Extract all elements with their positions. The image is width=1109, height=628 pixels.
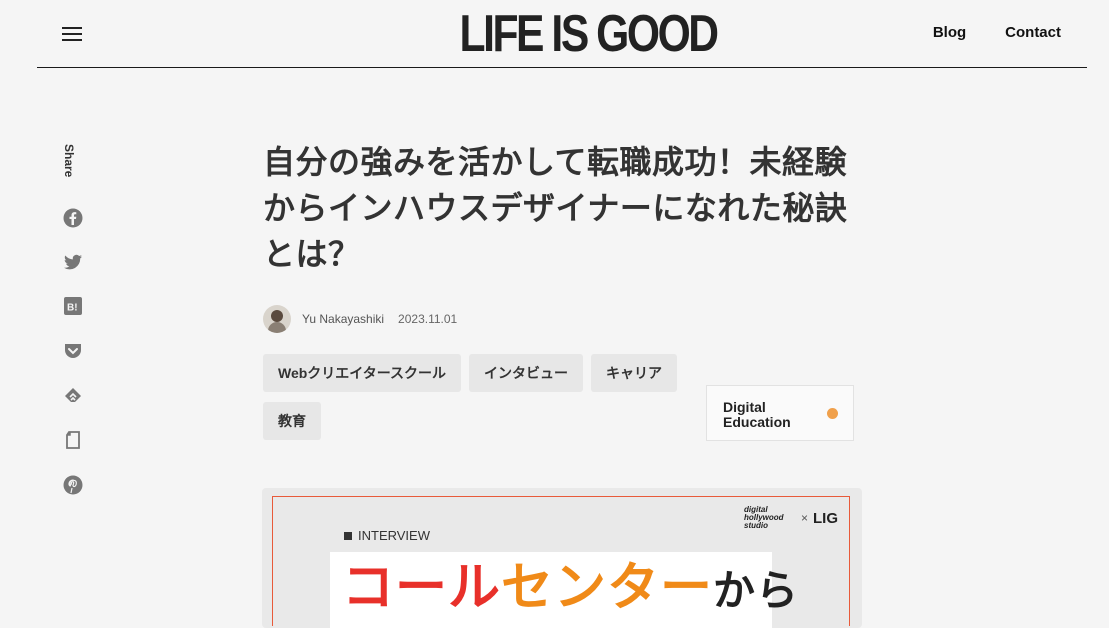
nav-blog-link[interactable]: Blog bbox=[933, 24, 966, 41]
feedly-icon[interactable] bbox=[63, 386, 83, 406]
hatena-bookmark-icon[interactable]: B! bbox=[63, 296, 83, 316]
site-logo[interactable]: LIFE IS GOOD bbox=[460, 6, 720, 62]
hero-brand-separator: × bbox=[801, 511, 809, 525]
pocket-icon[interactable] bbox=[63, 341, 83, 361]
tag-education[interactable]: 教育 bbox=[263, 402, 321, 440]
badge-dot-icon bbox=[827, 408, 838, 419]
author-avatar[interactable] bbox=[263, 305, 291, 333]
article-title: 自分の強みを活かして転職成功！未経験からインハウスデザイナーになれた秘訣とは？ bbox=[263, 143, 848, 273]
evernote-icon[interactable] bbox=[63, 430, 83, 450]
svg-text:B!: B! bbox=[67, 303, 78, 314]
author-name[interactable]: Yu Nakayashiki bbox=[302, 312, 384, 326]
post-date: 2023.11.01 bbox=[398, 312, 458, 326]
facebook-icon[interactable] bbox=[63, 208, 83, 228]
tag-web-creator-school[interactable]: Webクリエイタースクール bbox=[263, 354, 462, 392]
badge-label: Digital Education bbox=[723, 399, 791, 430]
pinterest-icon[interactable] bbox=[63, 475, 83, 495]
hero-image: INTERVIEW digital hollywood studio × LIG… bbox=[262, 488, 862, 628]
digital-education-badge[interactable]: Digital Education bbox=[706, 385, 854, 441]
tag-career[interactable]: キャリア bbox=[591, 354, 678, 392]
article-meta: Yu Nakayashiki 2023.11.01 bbox=[263, 305, 457, 333]
hero-brand-left: digital hollywood studio bbox=[744, 505, 784, 530]
twitter-icon[interactable] bbox=[63, 252, 83, 272]
share-label: Share bbox=[62, 144, 76, 178]
hero-headline-part2: センター bbox=[501, 559, 714, 617]
hero-brand: digital hollywood studio × LIG bbox=[744, 506, 838, 530]
hero-headline: コールセンターから bbox=[342, 558, 799, 621]
menu-icon[interactable] bbox=[62, 24, 84, 44]
tag-list: Webクリエイタースクール インタビュー キャリア 教育 bbox=[263, 354, 703, 440]
hero-headline-part3: から bbox=[713, 567, 800, 614]
header-nav: Blog Contact bbox=[933, 24, 1061, 41]
nav-contact-link[interactable]: Contact bbox=[1005, 24, 1061, 41]
hero-brand-right: LIG bbox=[813, 509, 839, 527]
hero-headline-part1: コール bbox=[342, 559, 502, 617]
site-header: LIFE IS GOOD Blog Contact bbox=[37, 0, 1087, 68]
hero-interview-label: INTERVIEW bbox=[344, 528, 430, 543]
square-icon bbox=[344, 531, 352, 540]
tag-interview[interactable]: インタビュー bbox=[469, 354, 584, 392]
hero-headline-card: コールセンターから bbox=[330, 552, 798, 628]
